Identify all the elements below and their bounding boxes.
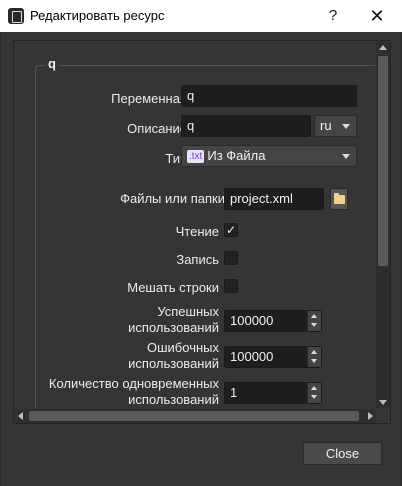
shuffle-label: Мешать строки — [127, 280, 219, 295]
scroll-corner — [376, 409, 390, 423]
close-button[interactable]: Close — [303, 442, 382, 465]
spin-buttons[interactable] — [307, 347, 321, 367]
title-bar: Редактировать ресурс ? ✕ — [0, 0, 402, 32]
concurrent-uses-spinbox[interactable]: 1 — [224, 382, 322, 404]
help-button[interactable]: ? — [318, 5, 348, 27]
vertical-scrollbar[interactable] — [376, 42, 390, 408]
success-uses-value: 100000 — [230, 313, 274, 328]
success-uses-spinbox[interactable]: 100000 — [224, 310, 322, 332]
success-uses-label: Успешных использований — [55, 304, 219, 336]
variable-input[interactable]: q — [181, 85, 357, 107]
shuffle-checkbox[interactable] — [224, 279, 238, 293]
group-title: q — [45, 56, 59, 71]
concurrent-uses-label: Количество одновременных использований — [35, 376, 219, 408]
variable-label: Переменная — [111, 91, 187, 106]
browse-button[interactable] — [330, 188, 348, 210]
error-uses-spinbox[interactable]: 100000 — [224, 346, 322, 368]
spin-buttons[interactable] — [307, 383, 321, 403]
folder-icon — [334, 193, 345, 204]
success-uses-label-line1: Успешных — [157, 304, 219, 319]
app-icon — [8, 8, 24, 24]
files-label: Файлы или папки — [120, 191, 225, 206]
error-uses-label-line2: использований — [128, 356, 219, 371]
files-input[interactable]: project.xml — [224, 188, 324, 210]
language-value: ru — [320, 118, 332, 133]
scroll-viewport: q Переменная q Описание q ru Тип .txt Из … — [15, 42, 375, 408]
chevron-down-icon — [342, 154, 350, 159]
concurrent-uses-label-line1: Количество одновременных — [48, 376, 219, 391]
spin-down-icon[interactable] — [311, 395, 317, 399]
write-label: Запись — [176, 252, 219, 267]
scroll-down-icon[interactable] — [379, 400, 387, 405]
scroll-right-icon[interactable] — [368, 412, 373, 420]
dialog-body: q Переменная q Описание q ru Тип .txt Из … — [0, 32, 402, 486]
scroll-area: q Переменная q Описание q ru Тип .txt Из … — [13, 40, 391, 424]
txt-file-icon: .txt — [187, 150, 205, 163]
write-checkbox[interactable] — [224, 251, 238, 265]
error-uses-label: Ошибочных использований — [55, 340, 219, 372]
spin-buttons[interactable] — [307, 311, 321, 331]
vertical-scroll-thumb[interactable] — [378, 56, 388, 266]
type-select[interactable]: .txt Из Файла — [181, 145, 357, 167]
horizontal-scrollbar[interactable] — [15, 409, 376, 423]
description-input[interactable]: q — [181, 115, 311, 137]
read-label: Чтение — [175, 224, 219, 239]
error-uses-label-line1: Ошибочных — [147, 340, 219, 355]
chevron-down-icon — [342, 124, 350, 129]
description-label: Описание — [127, 121, 187, 136]
window-title: Редактировать ресурс — [30, 8, 165, 23]
horizontal-scroll-thumb[interactable] — [29, 411, 359, 421]
scroll-up-icon[interactable] — [379, 45, 387, 50]
spin-down-icon[interactable] — [311, 359, 317, 363]
scroll-left-icon[interactable] — [18, 412, 23, 420]
type-label: Тип — [165, 151, 187, 166]
spin-down-icon[interactable] — [311, 323, 317, 327]
spin-up-icon[interactable] — [311, 314, 317, 318]
concurrent-uses-value: 1 — [230, 385, 238, 400]
spin-up-icon[interactable] — [311, 386, 317, 390]
spin-up-icon[interactable] — [311, 350, 317, 354]
close-window-button[interactable]: ✕ — [362, 5, 392, 27]
read-checkbox[interactable]: ✓ — [224, 223, 238, 237]
type-value: Из Файла — [207, 148, 266, 163]
success-uses-label-line2: использований — [128, 320, 219, 335]
error-uses-value: 100000 — [230, 349, 274, 364]
concurrent-uses-label-line2: использований — [128, 392, 219, 407]
language-select[interactable]: ru — [314, 115, 357, 137]
